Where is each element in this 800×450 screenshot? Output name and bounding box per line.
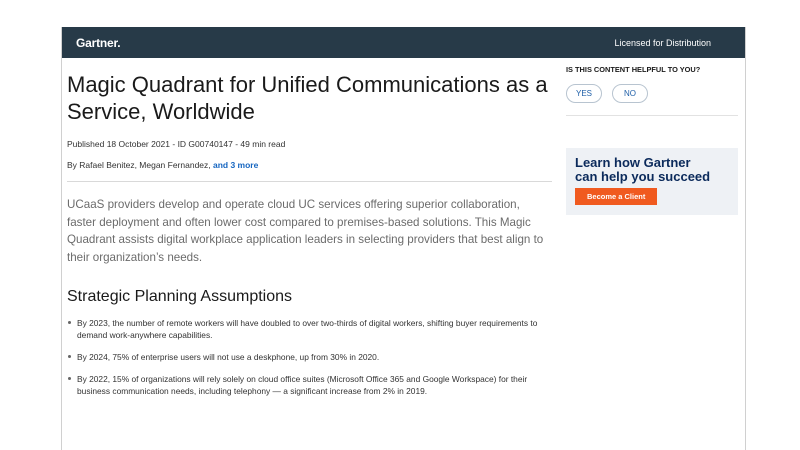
helpful-question: IS THIS CONTENT HELPFUL TO YOU?: [566, 65, 701, 74]
list-item: By 2024, 75% of enterprise users will no…: [67, 351, 552, 363]
sidebar: IS THIS CONTENT HELPFUL TO YOU? YES NO L…: [566, 58, 738, 215]
page-title: Magic Quadrant for Unified Communication…: [67, 72, 548, 124]
gartner-logo[interactable]: Gartner.: [76, 36, 121, 50]
assumptions-list: By 2023, the number of remote workers wi…: [67, 317, 552, 397]
yes-button[interactable]: YES: [566, 84, 602, 103]
promo-title: Learn how Gartner can help you succeed: [575, 156, 729, 183]
promo-box: Learn how Gartner can help you succeed B…: [566, 148, 738, 215]
no-button[interactable]: NO: [612, 84, 648, 103]
article-main: Magic Quadrant for Unified Communication…: [67, 58, 552, 407]
list-item: By 2023, the number of remote workers wi…: [67, 317, 552, 341]
divider: [67, 181, 552, 182]
become-client-button[interactable]: Become a Client: [575, 188, 658, 205]
more-authors-link[interactable]: and 3 more: [213, 160, 258, 170]
authors-line: By Rafael Benitez, Megan Fernandez, and …: [67, 160, 552, 170]
list-item: By 2022, 15% of organizations will rely …: [67, 373, 552, 397]
authors-names: By Rafael Benitez, Megan Fernandez,: [67, 160, 213, 170]
promo-title-line2: can help you succeed: [575, 168, 711, 184]
page-frame: Gartner. Licensed for Distribution Magic…: [61, 27, 746, 450]
promo-title-line1: Learn how Gartner: [575, 155, 691, 170]
sidebar-divider: [566, 115, 738, 116]
publication-meta: Published 18 October 2021 - ID G00740147…: [67, 139, 286, 149]
licensed-label: Licensed for Distribution: [614, 37, 711, 48]
article-summary: UCaaS providers develop and operate clou…: [67, 198, 544, 264]
feedback-buttons: YES NO: [566, 84, 738, 103]
section-title: Strategic Planning Assumptions: [67, 288, 293, 305]
top-bar: Gartner. Licensed for Distribution: [62, 27, 745, 58]
